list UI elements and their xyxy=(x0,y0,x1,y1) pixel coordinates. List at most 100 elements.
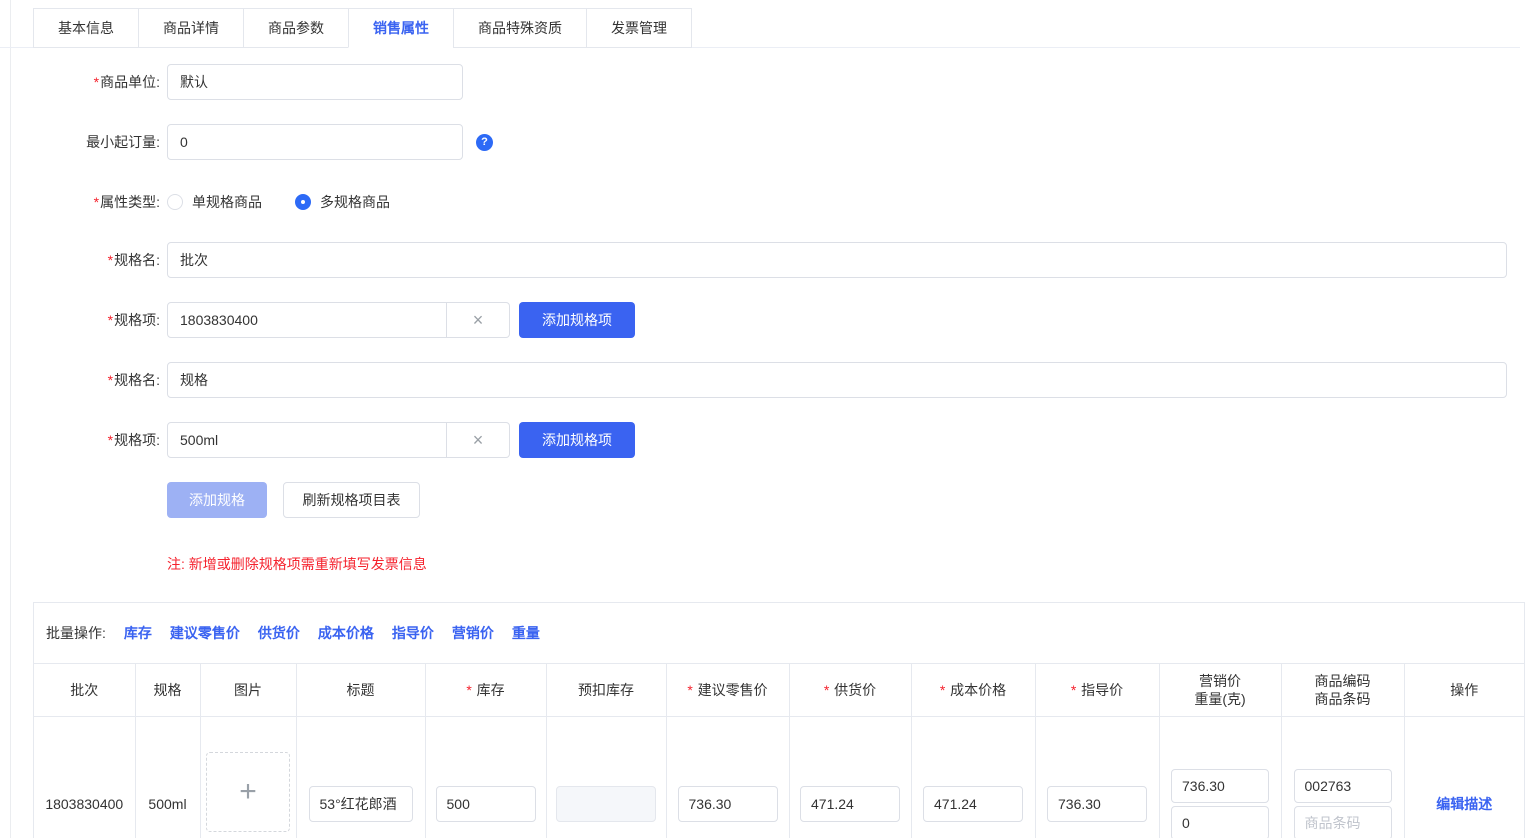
add-spec-item-button[interactable]: 添加规格项 xyxy=(519,422,635,458)
batch-link-guide-price[interactable]: 指导价 xyxy=(392,623,434,643)
col-header-guide-price: * 指导价 xyxy=(1035,664,1159,716)
clear-icon: × xyxy=(473,310,484,331)
tab-product-params[interactable]: 商品参数 xyxy=(243,8,349,48)
refresh-spec-table-button[interactable]: 刷新规格项目表 xyxy=(283,482,420,518)
product-code-input[interactable] xyxy=(1294,769,1392,803)
cost-price-input[interactable] xyxy=(923,786,1023,822)
cell-actions: 编辑描述 xyxy=(1404,716,1524,838)
batch-operations-bar: 批量操作: 库存 建议零售价 供货价 成本价格 指导价 营销价 重量 xyxy=(34,603,1524,664)
clear-spec-item-button[interactable]: × xyxy=(447,422,510,458)
spec-note: 注: 新增或删除规格项需重新填写发票信息 xyxy=(167,554,1525,574)
clear-icon: × xyxy=(473,430,484,451)
cell-cost-price xyxy=(911,716,1035,838)
spec-item-label: *规格项: xyxy=(33,430,160,450)
required-mark: * xyxy=(108,432,113,448)
image-upload-button[interactable]: + xyxy=(206,752,290,832)
add-spec-button[interactable]: 添加规格 xyxy=(167,482,267,518)
col-header-image: 图片 xyxy=(200,664,296,716)
batch-link-weight[interactable]: 重量 xyxy=(512,623,540,643)
required-mark: * xyxy=(108,252,113,268)
cell-batch: 1803830400 xyxy=(34,716,135,838)
supply-price-input[interactable] xyxy=(800,786,900,822)
required-mark: * xyxy=(940,682,945,698)
page-left-border xyxy=(10,0,11,838)
batch-link-marketing-price[interactable]: 营销价 xyxy=(452,623,494,643)
spec-name-input[interactable] xyxy=(167,242,1507,278)
spec-name-label: *规格名: xyxy=(33,370,160,390)
col-header-stock: * 库存 xyxy=(425,664,546,716)
reserved-stock-input xyxy=(556,786,656,822)
suggest-price-input[interactable] xyxy=(678,786,778,822)
cell-supply-price xyxy=(789,716,911,838)
tab-invoice-management[interactable]: 发票管理 xyxy=(586,8,692,48)
table-row: 1803830400 500ml + 建议:400*400 xyxy=(34,716,1524,838)
spec-item-input[interactable] xyxy=(167,422,447,458)
batch-link-stock[interactable]: 库存 xyxy=(124,623,152,643)
spec-name-input[interactable] xyxy=(167,362,1507,398)
plus-icon: + xyxy=(239,777,257,807)
cell-code-barcode xyxy=(1281,716,1404,838)
table-header-row: 批次 规格 图片 标题 * 库存 预扣库存 * 建议零售价 * 供货价 * 成本… xyxy=(34,664,1524,716)
required-mark: * xyxy=(108,312,113,328)
col-header-reserved-stock: 预扣库存 xyxy=(546,664,666,716)
cell-title xyxy=(296,716,425,838)
col-header-spec: 规格 xyxy=(135,664,200,716)
spec-table-container: 批量操作: 库存 建议零售价 供货价 成本价格 指导价 营销价 重量 批次 规格… xyxy=(33,602,1525,838)
tab-bar: 基本信息 商品详情 商品参数 销售属性 商品特殊资质 发票管理 xyxy=(33,0,1525,48)
cell-image: + 建议:400*400 xyxy=(200,716,296,838)
col-header-cost-price: * 成本价格 xyxy=(911,664,1035,716)
col-header-supply-price: * 供货价 xyxy=(789,664,911,716)
spec-item-label: *规格项: xyxy=(33,310,160,330)
batch-link-supply-price[interactable]: 供货价 xyxy=(258,623,300,643)
spec-item-input[interactable] xyxy=(167,302,447,338)
batch-operations-label: 批量操作: xyxy=(46,623,106,643)
help-icon[interactable]: ? xyxy=(476,134,493,151)
required-mark: * xyxy=(687,682,692,698)
required-mark: * xyxy=(94,74,99,90)
col-header-batch: 批次 xyxy=(34,664,135,716)
stock-input[interactable] xyxy=(436,786,536,822)
cell-suggest-price xyxy=(666,716,789,838)
radio-checked-icon xyxy=(295,194,311,210)
cell-reserved-stock xyxy=(546,716,666,838)
marketing-price-input[interactable] xyxy=(1171,769,1269,803)
radio-single-spec[interactable]: 单规格商品 xyxy=(167,192,262,212)
add-spec-item-button[interactable]: 添加规格项 xyxy=(519,302,635,338)
radio-single-spec-label: 单规格商品 xyxy=(192,192,262,212)
edit-description-link[interactable]: 编辑描述 xyxy=(1436,796,1492,812)
cell-guide-price xyxy=(1035,716,1159,838)
tab-product-details[interactable]: 商品详情 xyxy=(138,8,244,48)
batch-link-cost-price[interactable]: 成本价格 xyxy=(318,623,374,643)
batch-link-suggest-price[interactable]: 建议零售价 xyxy=(170,623,240,643)
col-header-title: 标题 xyxy=(296,664,425,716)
attr-type-label: *属性类型: xyxy=(33,192,160,212)
cell-stock xyxy=(425,716,546,838)
radio-unchecked-icon xyxy=(167,194,183,210)
cell-spec: 500ml xyxy=(135,716,200,838)
spec-name-label: *规格名: xyxy=(33,250,160,270)
radio-multi-spec[interactable]: 多规格商品 xyxy=(295,192,390,212)
min-order-label: 最小起订量: xyxy=(33,132,160,152)
guide-price-input[interactable] xyxy=(1047,786,1147,822)
tab-sales-attributes[interactable]: 销售属性 xyxy=(348,8,454,48)
clear-spec-item-button[interactable]: × xyxy=(447,302,510,338)
col-header-code-barcode: 商品编码商品条码 xyxy=(1281,664,1404,716)
col-header-suggest-price: * 建议零售价 xyxy=(666,664,789,716)
col-header-actions: 操作 xyxy=(1404,664,1524,716)
cell-marketing-weight xyxy=(1159,716,1281,838)
tab-basic-info[interactable]: 基本信息 xyxy=(33,8,139,48)
min-order-input[interactable] xyxy=(167,124,463,160)
required-mark: * xyxy=(1071,682,1076,698)
col-header-marketing-weight: 营销价重量(克) xyxy=(1159,664,1281,716)
title-input[interactable] xyxy=(309,786,413,822)
barcode-input[interactable] xyxy=(1294,806,1392,838)
weight-input[interactable] xyxy=(1171,806,1269,838)
required-mark: * xyxy=(94,194,99,210)
required-mark: * xyxy=(466,682,471,698)
spec-table: 批次 规格 图片 标题 * 库存 预扣库存 * 建议零售价 * 供货价 * 成本… xyxy=(34,664,1524,838)
tab-special-qualifications[interactable]: 商品特殊资质 xyxy=(453,8,587,48)
sales-attributes-form: *商品单位: 最小起订量: ? *属性类型: 单规格商品 多规格商品 *规格名: xyxy=(33,64,1525,574)
required-mark: * xyxy=(824,682,829,698)
unit-input[interactable] xyxy=(167,64,463,100)
required-mark: * xyxy=(108,372,113,388)
